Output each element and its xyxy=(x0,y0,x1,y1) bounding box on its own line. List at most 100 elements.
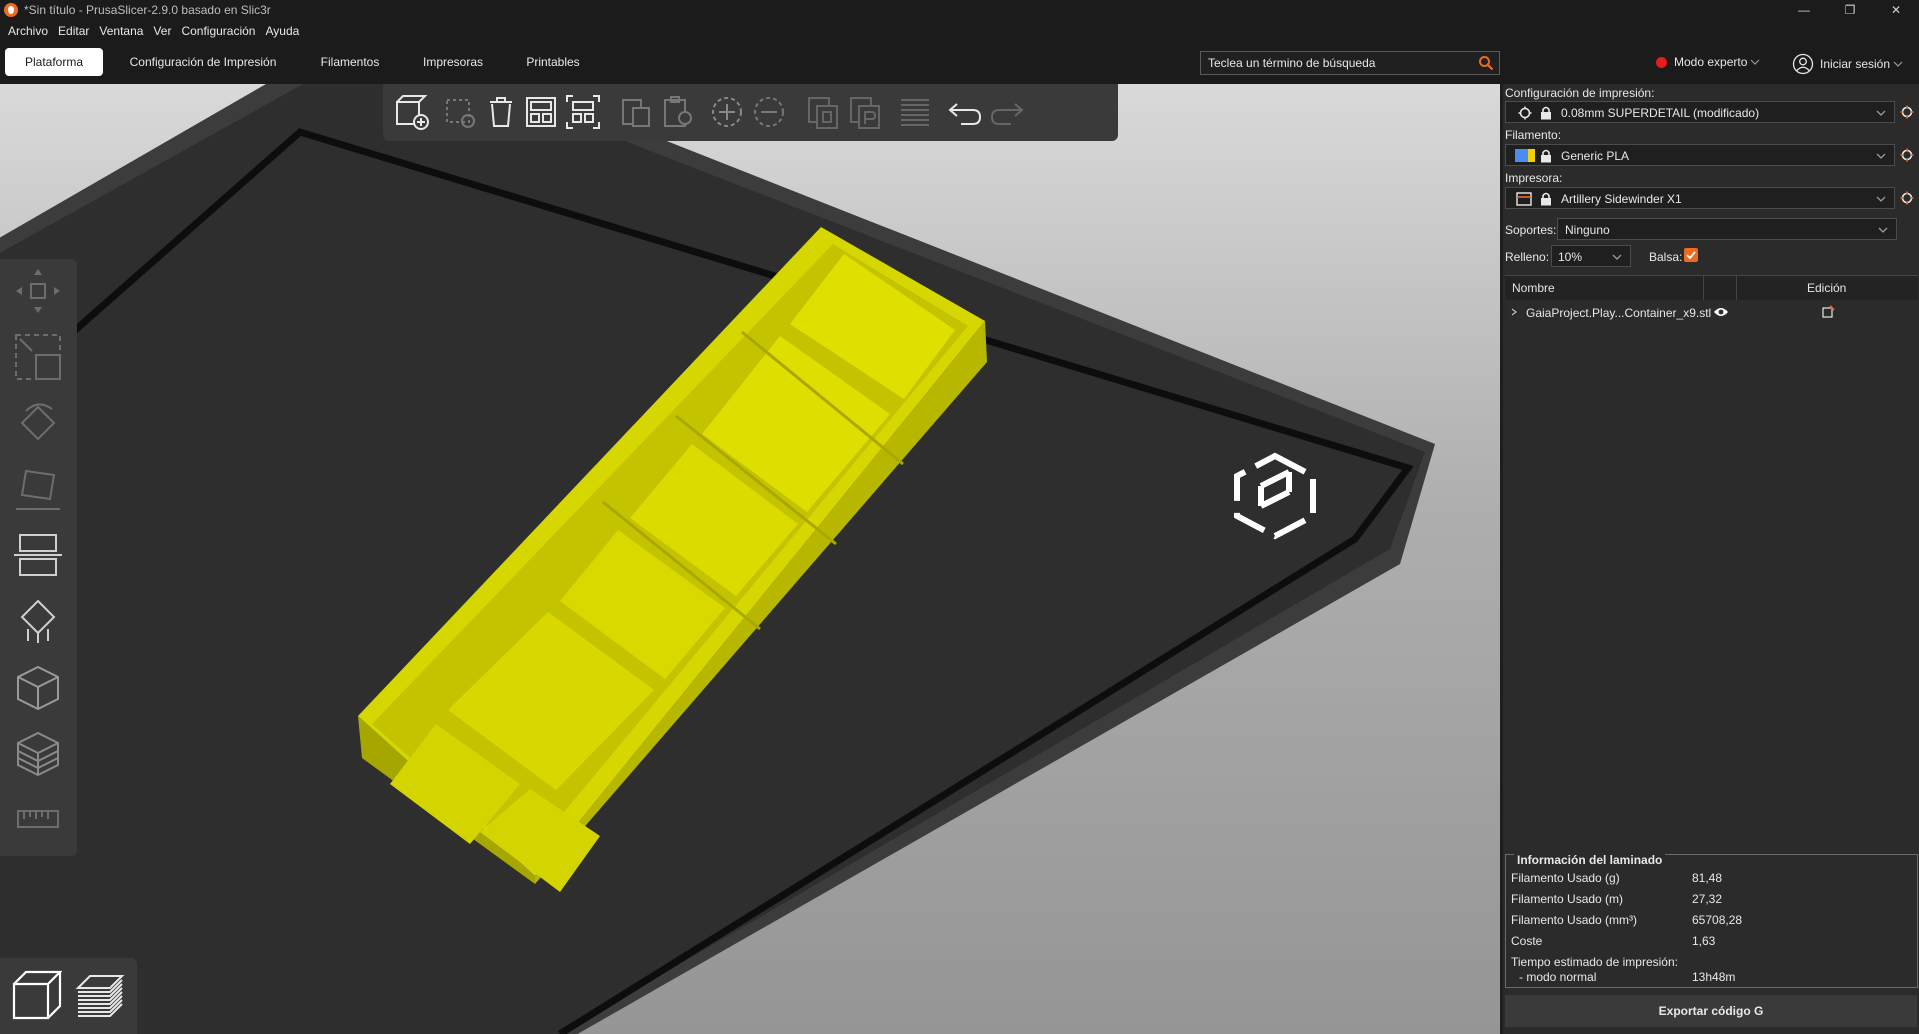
measure-icon[interactable] xyxy=(12,793,64,845)
tab-printables[interactable]: Printables xyxy=(516,48,590,76)
paste-icon[interactable] xyxy=(659,92,699,132)
info-label: Filamento Usado (m) xyxy=(1511,892,1624,906)
split-objects-icon[interactable] xyxy=(803,92,843,132)
edit-settings-icon[interactable] xyxy=(1821,305,1835,319)
print-settings-label: Configuración de impresión: xyxy=(1505,86,1655,100)
add-object-icon[interactable] xyxy=(391,92,431,132)
login-label: Iniciar sesión xyxy=(1820,57,1891,71)
infill-combo[interactable]: 10% xyxy=(1551,245,1631,267)
minimize-icon[interactable]: — xyxy=(1781,0,1827,20)
title-bar: *Sin título - PrusaSlicer-2.9.0 basado e… xyxy=(0,0,1919,20)
menu-ventana[interactable]: Ventana xyxy=(99,24,143,38)
info-value: 65708,28 xyxy=(1692,913,1743,927)
info-label: Filamento Usado (mm³) xyxy=(1511,913,1638,927)
expand-icon[interactable] xyxy=(1509,307,1519,317)
gear-icon[interactable] xyxy=(1900,105,1914,119)
arrange-selection-icon[interactable] xyxy=(563,92,603,132)
print-settings-icon xyxy=(1518,106,1532,120)
printer-label: Impresora: xyxy=(1505,171,1563,185)
info-label: Coste xyxy=(1511,934,1543,948)
lock-icon xyxy=(1541,106,1551,120)
restore-icon[interactable]: ❐ xyxy=(1827,0,1873,20)
delete-object-icon[interactable] xyxy=(439,92,479,132)
place-on-face-icon[interactable] xyxy=(12,463,64,515)
add-instance-icon[interactable] xyxy=(707,92,747,132)
info-value: 1,63 xyxy=(1692,934,1716,948)
mode-indicator-icon xyxy=(1656,56,1667,68)
chevron-down-icon xyxy=(1612,254,1622,260)
copy-icon[interactable] xyxy=(617,92,657,132)
filament-value: Generic PLA xyxy=(1561,149,1630,163)
window-controls: — ❐ ✕ xyxy=(1781,0,1919,20)
filament-color-swatch xyxy=(1515,149,1528,162)
menu-ayuda[interactable]: Ayuda xyxy=(265,24,299,38)
column-divider xyxy=(1703,276,1704,300)
menu-bar: Archivo Editar Ventana Ver Configuración… xyxy=(0,20,1919,42)
checkmark-icon xyxy=(1686,251,1696,260)
search-input[interactable]: Teclea un término de búsqueda xyxy=(1200,51,1500,75)
eye-icon[interactable] xyxy=(1713,306,1729,318)
info-label: Filamento Usado (g) xyxy=(1511,871,1620,885)
chevron-down-icon xyxy=(1750,59,1760,65)
supports-painting-icon[interactable] xyxy=(12,595,64,647)
variable-layer-height-icon[interactable] xyxy=(895,92,935,132)
supports-combo[interactable]: Ninguno xyxy=(1557,218,1897,240)
arrange-icon[interactable] xyxy=(521,92,561,132)
filament-label: Filamento: xyxy=(1505,128,1562,142)
brim-checkbox[interactable] xyxy=(1684,248,1698,262)
close-icon[interactable]: ✕ xyxy=(1873,0,1919,20)
gear-icon[interactable] xyxy=(1900,191,1914,205)
multimaterial-painting-icon[interactable] xyxy=(12,727,64,779)
undo-icon[interactable] xyxy=(945,92,985,132)
print-time-mode-label: - modo normal xyxy=(1519,970,1597,984)
print-settings-combo[interactable]: 0.08mm SUPERDETAIL (modificado) xyxy=(1505,101,1895,123)
brim-label: Balsa: xyxy=(1649,250,1683,264)
object-list: GaiaProject.Play...Container_x9.stl xyxy=(1505,300,1918,845)
tab-configuracion-impresion[interactable]: Configuración de Impresión xyxy=(118,48,288,76)
scene-canvas[interactable] xyxy=(0,84,1500,1034)
printer-combo[interactable]: Artillery Sidewinder X1 xyxy=(1505,187,1895,209)
infill-label: Relleno: xyxy=(1505,250,1550,264)
window-title: *Sin título - PrusaSlicer-2.9.0 basado e… xyxy=(24,3,271,17)
column-name[interactable]: Nombre xyxy=(1512,281,1555,295)
preview-layers-icon[interactable] xyxy=(74,970,126,1024)
menu-ver[interactable]: Ver xyxy=(153,24,171,38)
menu-archivo[interactable]: Archivo xyxy=(8,24,48,38)
lock-icon xyxy=(1541,149,1551,163)
search-placeholder: Teclea un término de búsqueda xyxy=(1208,56,1376,70)
move-icon[interactable] xyxy=(12,265,64,317)
tab-impresoras[interactable]: Impresoras xyxy=(412,48,494,76)
tab-filamentos[interactable]: Filamentos xyxy=(310,48,390,76)
gear-icon[interactable] xyxy=(1900,148,1914,162)
mode-selector[interactable]: Modo experto xyxy=(1656,55,1763,69)
filament-combo[interactable]: Generic PLA xyxy=(1505,144,1895,166)
scale-icon[interactable] xyxy=(12,331,64,383)
3d-view-icon[interactable] xyxy=(10,968,62,1024)
chevron-down-icon xyxy=(1876,153,1886,159)
rotate-icon[interactable] xyxy=(12,397,64,449)
export-gcode-button[interactable]: Exportar código G xyxy=(1505,995,1917,1027)
chevron-down-icon xyxy=(1876,196,1886,202)
login-button[interactable]: Iniciar sesión xyxy=(1792,53,1906,75)
menu-configuracion[interactable]: Configuración xyxy=(181,24,255,38)
object-list-header: Nombre Edición xyxy=(1505,275,1918,301)
object-name: GaiaProject.Play...Container_x9.stl xyxy=(1526,306,1712,320)
seam-painting-icon[interactable] xyxy=(12,661,64,713)
remove-instance-icon[interactable] xyxy=(749,92,789,132)
delete-all-icon[interactable] xyxy=(481,92,521,132)
cut-icon[interactable] xyxy=(12,529,64,581)
redo-icon[interactable] xyxy=(987,92,1027,132)
split-parts-icon[interactable] xyxy=(845,92,885,132)
menu-editar[interactable]: Editar xyxy=(58,24,89,38)
print-time-label: Tiempo estimado de impresión: xyxy=(1511,955,1678,969)
printer-value: Artillery Sidewinder X1 xyxy=(1561,192,1682,206)
chevron-down-icon xyxy=(1878,227,1888,233)
column-edit[interactable]: Edición xyxy=(1807,281,1846,295)
list-item[interactable]: GaiaProject.Play...Container_x9.stl xyxy=(1505,302,1918,322)
3d-viewport[interactable] xyxy=(0,84,1500,1034)
print-time-value: 13h48m xyxy=(1692,970,1736,984)
search-icon[interactable] xyxy=(1478,55,1494,71)
tab-plataforma[interactable]: Plataforma xyxy=(5,48,103,76)
top-toolbar xyxy=(383,84,1118,141)
left-gizmo-toolbar xyxy=(0,259,77,856)
